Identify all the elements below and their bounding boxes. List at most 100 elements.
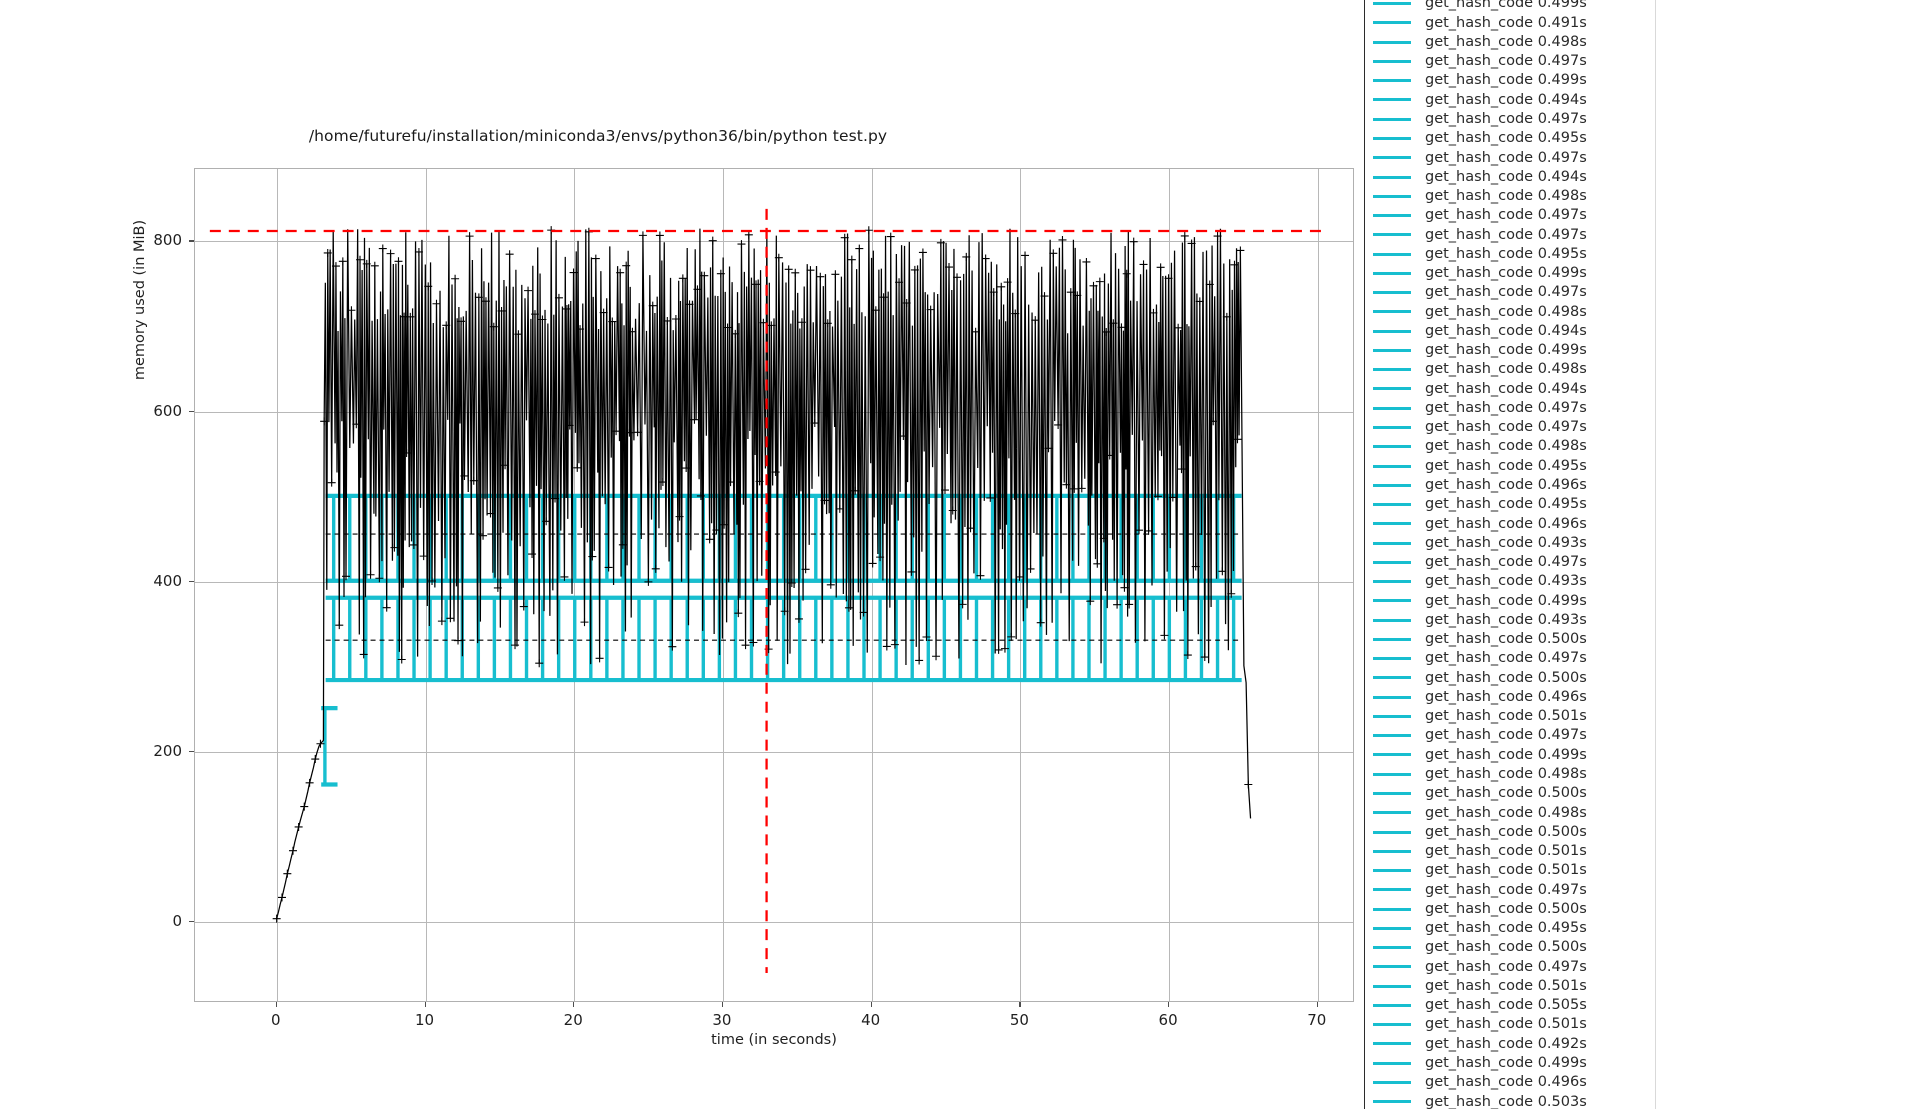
legend-item-label: get_hash_code 0.494s — [1425, 168, 1587, 185]
legend-line-icon — [1373, 580, 1411, 584]
legend-item[interactable]: get_hash_code 0.498s — [1365, 33, 1920, 52]
legend-item[interactable]: get_hash_code 0.498s — [1365, 803, 1920, 822]
legend-item[interactable]: get_hash_code 0.497s — [1365, 225, 1920, 244]
legend-line-icon — [1373, 926, 1411, 930]
legend-item-label: get_hash_code 0.495s — [1425, 245, 1587, 262]
legend-item[interactable]: get_hash_code 0.496s — [1365, 1073, 1920, 1092]
legend-item[interactable]: get_hash_code 0.497s — [1365, 553, 1920, 572]
legend-item[interactable]: get_hash_code 0.498s — [1365, 437, 1920, 456]
legend-item[interactable]: get_hash_code 0.501s — [1365, 977, 1920, 996]
legend-item[interactable]: get_hash_code 0.496s — [1365, 688, 1920, 707]
legend-item[interactable]: get_hash_code 0.498s — [1365, 360, 1920, 379]
legend-line-icon — [1373, 136, 1411, 140]
legend-item[interactable]: get_hash_code 0.493s — [1365, 533, 1920, 552]
legend-item-label: get_hash_code 0.497s — [1425, 419, 1587, 436]
legend-item[interactable]: get_hash_code 0.497s — [1365, 957, 1920, 976]
legend-item[interactable]: get_hash_code 0.499s — [1365, 71, 1920, 90]
legend-item[interactable]: get_hash_code 0.498s — [1365, 765, 1920, 784]
legend-item[interactable]: get_hash_code 0.494s — [1365, 167, 1920, 186]
legend-item-label: get_hash_code 0.496s — [1425, 688, 1587, 705]
legend-item[interactable]: get_hash_code 0.503s — [1365, 1092, 1920, 1109]
legend-line-icon — [1373, 888, 1411, 892]
legend-line-icon — [1373, 753, 1411, 757]
legend-item[interactable]: get_hash_code 0.497s — [1365, 110, 1920, 129]
legend-item[interactable]: get_hash_code 0.495s — [1365, 456, 1920, 475]
legend-line-icon — [1373, 1042, 1411, 1046]
legend-item[interactable]: get_hash_code 0.497s — [1365, 418, 1920, 437]
legend-item[interactable]: get_hash_code 0.495s — [1365, 495, 1920, 514]
legend-item-label: get_hash_code 0.497s — [1425, 399, 1587, 416]
legend-line-icon — [1373, 98, 1411, 102]
legend-item[interactable]: get_hash_code 0.499s — [1365, 591, 1920, 610]
legend-item[interactable]: get_hash_code 0.501s — [1365, 842, 1920, 861]
legend-item[interactable]: get_hash_code 0.497s — [1365, 206, 1920, 225]
legend-item[interactable]: get_hash_code 0.497s — [1365, 880, 1920, 899]
legend-item[interactable]: get_hash_code 0.500s — [1365, 938, 1920, 957]
legend-item-label: get_hash_code 0.491s — [1425, 14, 1587, 31]
legend-item[interactable]: get_hash_code 0.499s — [1365, 264, 1920, 283]
legend-item[interactable]: get_hash_code 0.496s — [1365, 514, 1920, 533]
x-tick-label: 50 — [1009, 1011, 1029, 1029]
legend-item[interactable]: get_hash_code 0.498s — [1365, 187, 1920, 206]
legend-item-label: get_hash_code 0.498s — [1425, 438, 1587, 455]
legend-item[interactable]: get_hash_code 0.500s — [1365, 630, 1920, 649]
legend-item-label: get_hash_code 0.501s — [1425, 1016, 1587, 1033]
legend-item-label: get_hash_code 0.497s — [1425, 958, 1587, 975]
legend-item[interactable]: get_hash_code 0.494s — [1365, 379, 1920, 398]
legend-item-label: get_hash_code 0.497s — [1425, 727, 1587, 744]
legend-item-label: get_hash_code 0.500s — [1425, 939, 1587, 956]
legend-line-icon — [1373, 657, 1411, 661]
legend-item[interactable]: get_hash_code 0.497s — [1365, 283, 1920, 302]
plot-data-layer — [209, 208, 1325, 973]
legend-item-label: get_hash_code 0.499s — [1425, 746, 1587, 763]
legend-item-label: get_hash_code 0.498s — [1425, 33, 1587, 50]
legend-item[interactable]: get_hash_code 0.497s — [1365, 148, 1920, 167]
legend-item[interactable]: get_hash_code 0.500s — [1365, 784, 1920, 803]
legend-item[interactable]: get_hash_code 0.501s — [1365, 1015, 1920, 1034]
legend-item-label: get_hash_code 0.497s — [1425, 284, 1587, 301]
legend-item[interactable]: get_hash_code 0.495s — [1365, 919, 1920, 938]
legend-item[interactable]: get_hash_code 0.501s — [1365, 861, 1920, 880]
legend-item[interactable]: get_hash_code 0.497s — [1365, 726, 1920, 745]
legend-item[interactable]: get_hash_code 0.492s — [1365, 1034, 1920, 1053]
legend-item[interactable]: get_hash_code 0.495s — [1365, 244, 1920, 263]
legend-item[interactable]: get_hash_code 0.499s — [1365, 0, 1920, 13]
legend-item[interactable]: get_hash_code 0.505s — [1365, 996, 1920, 1015]
legend-panel[interactable]: get_hash_code 0.499s get_hash_code 0.491s… — [1364, 0, 1920, 1109]
legend-line-icon — [1373, 348, 1411, 352]
legend-line-icon — [1373, 676, 1411, 680]
legend-item[interactable]: get_hash_code 0.495s — [1365, 129, 1920, 148]
legend-item[interactable]: get_hash_code 0.493s — [1365, 572, 1920, 591]
legend-item[interactable]: get_hash_code 0.500s — [1365, 668, 1920, 687]
legend-item-label: get_hash_code 0.497s — [1425, 554, 1587, 571]
legend-item-label: get_hash_code 0.499s — [1425, 592, 1587, 609]
legend-item[interactable]: get_hash_code 0.493s — [1365, 611, 1920, 630]
legend-item-label: get_hash_code 0.500s — [1425, 785, 1587, 802]
legend-item-label: get_hash_code 0.505s — [1425, 997, 1587, 1014]
legend-item[interactable]: get_hash_code 0.499s — [1365, 341, 1920, 360]
legend-item[interactable]: get_hash_code 0.500s — [1365, 899, 1920, 918]
y-tick-label: 0 — [172, 912, 182, 931]
legend-item-label: get_hash_code 0.496s — [1425, 1074, 1587, 1091]
legend-item[interactable]: get_hash_code 0.497s — [1365, 52, 1920, 71]
legend-item[interactable]: get_hash_code 0.494s — [1365, 322, 1920, 341]
legend-item[interactable]: get_hash_code 0.496s — [1365, 476, 1920, 495]
legend-item-label: get_hash_code 0.493s — [1425, 534, 1587, 551]
legend-item[interactable]: get_hash_code 0.497s — [1365, 399, 1920, 418]
legend-item[interactable]: get_hash_code 0.494s — [1365, 90, 1920, 109]
legend-item[interactable]: get_hash_code 0.500s — [1365, 822, 1920, 841]
legend-item-label: get_hash_code 0.497s — [1425, 110, 1587, 127]
legend-line-icon — [1373, 1100, 1411, 1104]
x-tick-label: 60 — [1158, 1011, 1178, 1029]
x-tick-mark — [573, 1002, 575, 1007]
legend-item[interactable]: get_hash_code 0.501s — [1365, 707, 1920, 726]
legend-item-label: get_hash_code 0.499s — [1425, 0, 1587, 12]
legend-item-label: get_hash_code 0.500s — [1425, 669, 1587, 686]
legend-item[interactable]: get_hash_code 0.498s — [1365, 302, 1920, 321]
legend-item[interactable]: get_hash_code 0.491s — [1365, 13, 1920, 32]
plot-axes — [194, 168, 1354, 1002]
legend-item-label: get_hash_code 0.499s — [1425, 72, 1587, 89]
legend-item[interactable]: get_hash_code 0.499s — [1365, 1054, 1920, 1073]
legend-item[interactable]: get_hash_code 0.499s — [1365, 745, 1920, 764]
legend-item[interactable]: get_hash_code 0.497s — [1365, 649, 1920, 668]
